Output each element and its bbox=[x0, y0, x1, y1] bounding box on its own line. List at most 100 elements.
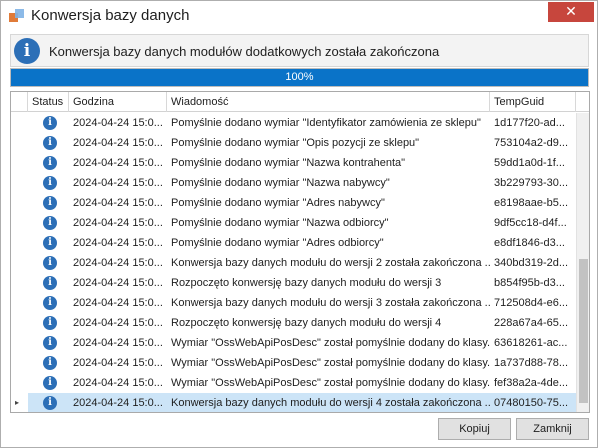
grid-body: i 2024-04-24 15:0... Pomyślnie dodano wymi… bbox=[11, 113, 576, 412]
message-cell: Wymiar "OssWebApiPosDesc" został pomyśln… bbox=[171, 337, 490, 349]
row-indicator-header bbox=[11, 92, 28, 112]
guid-cell: b854f95b-d3... bbox=[494, 277, 565, 289]
vertical-scrollbar[interactable] bbox=[576, 113, 589, 412]
time-cell: 2024-04-24 15:0... bbox=[73, 277, 163, 289]
time-cell: 2024-04-24 15:0... bbox=[73, 357, 163, 369]
guid-cell: 3b229793-30... bbox=[494, 177, 569, 189]
window-title: Konwersja bazy danych bbox=[31, 7, 190, 24]
message-cell: Konwersja bazy danych modułu do wersji 4… bbox=[167, 393, 490, 412]
row-indicator bbox=[11, 273, 28, 293]
message-cell: Pomyślnie dodano wymiar "Nazwa nabywcy" bbox=[171, 177, 390, 189]
guid-cell: fef38a2a-4de... bbox=[494, 377, 569, 389]
close-button[interactable]: Zamknij bbox=[516, 418, 589, 440]
table-row[interactable]: i 2024-04-24 15:0... Pomyślnie dodano wymi… bbox=[11, 153, 576, 173]
time-cell: 2024-04-24 15:0... bbox=[73, 377, 163, 389]
guid-cell: 1a737d88-78... bbox=[494, 357, 569, 369]
row-indicator bbox=[11, 233, 28, 253]
status-cell: i bbox=[28, 133, 69, 153]
status-cell: i bbox=[28, 373, 69, 393]
time-cell: 2024-04-24 15:0... bbox=[69, 393, 167, 412]
message-cell: Pomyślnie dodano wymiar "Opis pozycji ze… bbox=[171, 137, 420, 149]
table-row[interactable]: i 2024-04-24 15:0... Konwersja bazy danych… bbox=[11, 253, 576, 273]
guid-cell: 228a67a4-65... bbox=[494, 317, 569, 329]
banner-message: Konwersja bazy danych modułów dodatkowyc… bbox=[49, 44, 440, 59]
close-window-button[interactable]: ✕ bbox=[548, 2, 594, 22]
guid-cell: 712508d4-e6... bbox=[494, 297, 569, 309]
info-icon: i bbox=[43, 356, 57, 370]
row-indicator bbox=[11, 313, 28, 333]
info-icon: i bbox=[14, 38, 40, 64]
log-grid[interactable]: Status Godzina Wiadomość TempGuid i 2024-… bbox=[10, 91, 590, 413]
info-icon: i bbox=[43, 216, 57, 230]
info-icon: i bbox=[43, 136, 57, 150]
guid-cell: 59dd1a0d-1f... bbox=[494, 157, 565, 169]
table-row[interactable]: i 2024-04-24 15:0... Wymiar "OssWebApiPosD… bbox=[11, 333, 576, 353]
guid-cell: e8df1846-d3... bbox=[494, 237, 565, 249]
progress-label: 100% bbox=[285, 71, 314, 83]
info-icon: i bbox=[43, 176, 57, 190]
column-header-wiadomosc[interactable]: Wiadomość bbox=[167, 92, 490, 112]
column-header-status[interactable]: Status bbox=[28, 92, 69, 112]
time-cell: 2024-04-24 15:0... bbox=[73, 117, 163, 129]
row-indicator bbox=[11, 353, 28, 373]
row-indicator bbox=[11, 113, 28, 133]
guid-cell: 1d177f20-ad... bbox=[494, 117, 565, 129]
message-cell: Rozpoczęto konwersję bazy danych modułu … bbox=[171, 277, 442, 289]
table-row[interactable]: i 2024-04-24 15:0... Rozpoczęto konwersję … bbox=[11, 273, 576, 293]
table-row[interactable]: i 2024-04-24 15:0... Pomyślnie dodano wymi… bbox=[11, 173, 576, 193]
message-cell: Konwersja bazy danych modułu do wersji 3… bbox=[171, 297, 490, 309]
column-header-tempguid[interactable]: TempGuid bbox=[490, 92, 576, 112]
time-cell: 2024-04-24 15:0... bbox=[73, 297, 163, 309]
column-header-godzina[interactable]: Godzina bbox=[69, 92, 167, 112]
table-row[interactable]: i 2024-04-24 15:0... Pomyślnie dodano wymi… bbox=[11, 193, 576, 213]
app-icon bbox=[9, 9, 25, 23]
guid-cell: 753104a2-d9... bbox=[494, 137, 569, 149]
guid-cell: 9df5cc18-d4f... bbox=[494, 217, 567, 229]
message-cell: Pomyślnie dodano wymiar "Adres nabywcy" bbox=[171, 197, 385, 209]
table-row[interactable]: i 2024-04-24 15:0... Rozpoczęto konwersję … bbox=[11, 313, 576, 333]
grid-header: Status Godzina Wiadomość TempGuid bbox=[11, 92, 589, 112]
row-indicator bbox=[11, 193, 28, 213]
status-cell: i bbox=[28, 393, 69, 412]
status-cell: i bbox=[28, 253, 69, 273]
time-cell: 2024-04-24 15:0... bbox=[73, 317, 163, 329]
table-row[interactable]: i 2024-04-24 15:0... Wymiar "OssWebApiPosD… bbox=[11, 353, 576, 373]
row-indicator bbox=[11, 253, 28, 273]
status-cell: i bbox=[28, 333, 69, 353]
guid-cell: e8198aae-b5... bbox=[494, 197, 569, 209]
dialog-window: Konwersja bazy danych ✕ i Konwersja bazy… bbox=[0, 0, 598, 448]
status-cell: i bbox=[28, 153, 69, 173]
row-indicator bbox=[11, 293, 28, 313]
row-indicator bbox=[11, 333, 28, 353]
info-icon: i bbox=[43, 336, 57, 350]
table-row[interactable]: i 2024-04-24 15:0... Pomyślnie dodano wymi… bbox=[11, 233, 576, 253]
time-cell: 2024-04-24 15:0... bbox=[73, 157, 163, 169]
status-cell: i bbox=[28, 173, 69, 193]
table-row[interactable]: i 2024-04-24 15:0... Pomyślnie dodano wymi… bbox=[11, 113, 576, 133]
copy-button[interactable]: Kopiuj bbox=[438, 418, 511, 440]
table-row[interactable]: i 2024-04-24 15:0... Pomyślnie dodano wymi… bbox=[11, 213, 576, 233]
guid-cell: 340bd319-2d... bbox=[494, 257, 569, 269]
message-cell: Konwersja bazy danych modułu do wersji 2… bbox=[171, 257, 490, 269]
info-icon: i bbox=[43, 296, 57, 310]
scroll-thumb[interactable] bbox=[579, 259, 588, 403]
table-row[interactable]: ▸ i 2024-04-24 15:0... Konwersja bazy danyc… bbox=[11, 393, 576, 412]
message-cell: Wymiar "OssWebApiPosDesc" został pomyśln… bbox=[171, 377, 490, 389]
guid-cell: 07480150-75... bbox=[490, 393, 576, 412]
table-row[interactable]: i 2024-04-24 15:0... Pomyślnie dodano wymi… bbox=[11, 133, 576, 153]
info-icon: i bbox=[43, 256, 57, 270]
time-cell: 2024-04-24 15:0... bbox=[73, 137, 163, 149]
title-bar[interactable]: Konwersja bazy danych ✕ bbox=[1, 1, 597, 31]
message-cell: Pomyślnie dodano wymiar "Identyfikator z… bbox=[171, 117, 481, 129]
row-indicator bbox=[11, 153, 28, 173]
table-row[interactable]: i 2024-04-24 15:0... Wymiar "OssWebApiPosD… bbox=[11, 373, 576, 393]
row-indicator bbox=[11, 173, 28, 193]
status-cell: i bbox=[28, 233, 69, 253]
time-cell: 2024-04-24 15:0... bbox=[73, 337, 163, 349]
status-cell: i bbox=[28, 293, 69, 313]
info-icon: i bbox=[43, 316, 57, 330]
info-icon: i bbox=[43, 276, 57, 290]
table-row[interactable]: i 2024-04-24 15:0... Konwersja bazy danych… bbox=[11, 293, 576, 313]
message-cell: Pomyślnie dodano wymiar "Adres odbiorcy" bbox=[171, 237, 384, 249]
message-cell: Rozpoczęto konwersję bazy danych modułu … bbox=[171, 317, 442, 329]
